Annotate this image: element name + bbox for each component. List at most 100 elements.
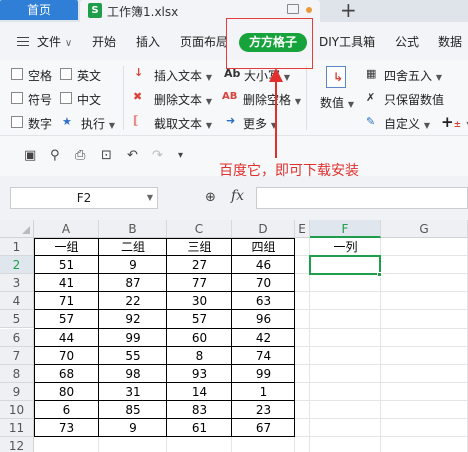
checkbox-english[interactable]: [60, 68, 72, 80]
cell[interactable]: 77: [167, 274, 232, 292]
cell[interactable]: 1: [232, 383, 295, 401]
cell[interactable]: 22: [99, 292, 167, 310]
cell[interactable]: 85: [99, 401, 167, 419]
cell[interactable]: 44: [34, 329, 99, 347]
cell[interactable]: 9: [99, 419, 167, 437]
cell-header-a[interactable]: 一组: [34, 238, 99, 256]
row-header-1[interactable]: 1: [0, 238, 34, 256]
print-preview-icon[interactable]: ⊡: [101, 148, 112, 163]
cell[interactable]: 98: [99, 365, 167, 383]
insert-text-button[interactable]: 插入文本 ▼: [154, 67, 212, 84]
cell-header-d[interactable]: 四组: [232, 238, 295, 256]
checkbox-chinese[interactable]: [60, 92, 72, 104]
delete-text-button[interactable]: 删除文本 ▼: [154, 91, 212, 108]
cell[interactable]: 93: [167, 365, 232, 383]
custom-button[interactable]: 自定义 ▼: [384, 115, 430, 132]
home-tab[interactable]: 首页: [0, 0, 78, 20]
formula-input[interactable]: [256, 187, 468, 209]
row-header-10[interactable]: 10: [0, 400, 34, 419]
spreadsheet-grid[interactable]: A B C D E F G 1 2 3 4 5 6 7 8 9 10 11 12 一组 二组 三组 四组 51 9 27 46 41 8…: [0, 220, 468, 452]
row-header-8[interactable]: 8: [0, 364, 34, 383]
cell-header-c[interactable]: 三组: [167, 238, 232, 256]
cell[interactable]: 70: [232, 274, 295, 292]
row-header-9[interactable]: 9: [0, 382, 34, 401]
cell[interactable]: 71: [34, 292, 99, 310]
format-painter-icon[interactable]: ⚲: [50, 148, 60, 163]
menu-insert[interactable]: 插入: [136, 33, 160, 50]
row-header-11[interactable]: 11: [0, 419, 34, 437]
cell[interactable]: 8: [167, 347, 232, 365]
add-button[interactable]: +± ▼: [441, 113, 468, 131]
monitor-icon[interactable]: [287, 4, 299, 14]
cell[interactable]: 23: [232, 401, 295, 419]
checkbox-symbol[interactable]: [11, 92, 23, 104]
menu-data[interactable]: 数据: [438, 33, 462, 50]
menu-start[interactable]: 开始: [92, 33, 116, 50]
column-header-b[interactable]: B: [99, 220, 167, 238]
column-header-d[interactable]: D: [232, 220, 295, 238]
execute-button[interactable]: 执行 ▼: [81, 115, 115, 132]
cell[interactable]: 6: [34, 401, 99, 419]
name-box-dropdown-icon[interactable]: ▼: [147, 188, 153, 208]
round-button[interactable]: 四舍五入 ▼: [384, 67, 442, 84]
row-header-3[interactable]: 3: [0, 274, 34, 293]
cell[interactable]: 42: [232, 329, 295, 347]
checkbox-space[interactable]: [11, 68, 23, 80]
cell[interactable]: 92: [99, 310, 167, 328]
cell[interactable]: 80: [34, 383, 99, 401]
customize-quick-access-icon[interactable]: ▾: [178, 150, 183, 161]
cell[interactable]: 57: [34, 310, 99, 328]
save-icon[interactable]: ▣: [24, 148, 36, 163]
cell[interactable]: 27: [167, 256, 232, 274]
cell[interactable]: 51: [34, 256, 99, 274]
menu-page-layout[interactable]: 页面布局: [180, 33, 228, 50]
row-header-6[interactable]: 6: [0, 328, 34, 347]
zoom-search-icon[interactable]: ⊕: [205, 190, 216, 205]
cell-header-b[interactable]: 二组: [99, 238, 167, 256]
cell[interactable]: 14: [167, 383, 232, 401]
row-header-4[interactable]: 4: [0, 292, 34, 311]
column-header-c[interactable]: C: [167, 220, 232, 238]
active-cell-f2[interactable]: [309, 255, 381, 276]
checkbox-number[interactable]: [11, 116, 23, 128]
cell[interactable]: 30: [167, 292, 232, 310]
print-icon[interactable]: ⎙: [75, 148, 85, 163]
column-header-f[interactable]: F: [310, 220, 381, 238]
cell[interactable]: 67: [232, 419, 295, 437]
cell[interactable]: 83: [167, 401, 232, 419]
hamburger-menu-icon[interactable]: [17, 37, 29, 46]
column-header-g[interactable]: G: [381, 220, 468, 238]
menu-formula[interactable]: 公式: [395, 33, 419, 50]
row-header-5[interactable]: 5: [0, 310, 34, 329]
menu-diy-toolbox[interactable]: DIY工具箱: [319, 33, 375, 50]
row-header-7[interactable]: 7: [0, 346, 34, 365]
undo-icon[interactable]: ↶: [127, 148, 138, 163]
column-header-a[interactable]: A: [34, 220, 99, 238]
fill-handle[interactable]: [377, 272, 382, 278]
cell[interactable]: 57: [167, 310, 232, 328]
name-box[interactable]: F2 ▼: [10, 187, 158, 209]
select-all-corner[interactable]: [0, 220, 34, 238]
number-button[interactable]: 数值 ▼: [320, 94, 354, 111]
cut-text-button[interactable]: 截取文本 ▼: [154, 115, 212, 132]
column-header-e[interactable]: E: [295, 220, 310, 238]
keep-number-button[interactable]: 只保留数值: [384, 91, 444, 108]
new-tab-button[interactable]: +: [340, 0, 357, 22]
cell[interactable]: 9: [99, 256, 167, 274]
cell[interactable]: 96: [232, 310, 295, 328]
cell[interactable]: 55: [99, 347, 167, 365]
cell[interactable]: 60: [167, 329, 232, 347]
cell[interactable]: 99: [232, 365, 295, 383]
cell[interactable]: 99: [99, 329, 167, 347]
cell[interactable]: 41: [34, 274, 99, 292]
cell[interactable]: 73: [34, 419, 99, 437]
row-header-2[interactable]: 2: [0, 256, 34, 275]
cell[interactable]: 46: [232, 256, 295, 274]
redo-icon[interactable]: ↷: [152, 148, 163, 163]
cell-f1[interactable]: 一列: [310, 238, 381, 256]
cell[interactable]: 61: [167, 419, 232, 437]
cell[interactable]: 63: [232, 292, 295, 310]
cell[interactable]: 74: [232, 347, 295, 365]
cell[interactable]: 87: [99, 274, 167, 292]
cell[interactable]: 68: [34, 365, 99, 383]
